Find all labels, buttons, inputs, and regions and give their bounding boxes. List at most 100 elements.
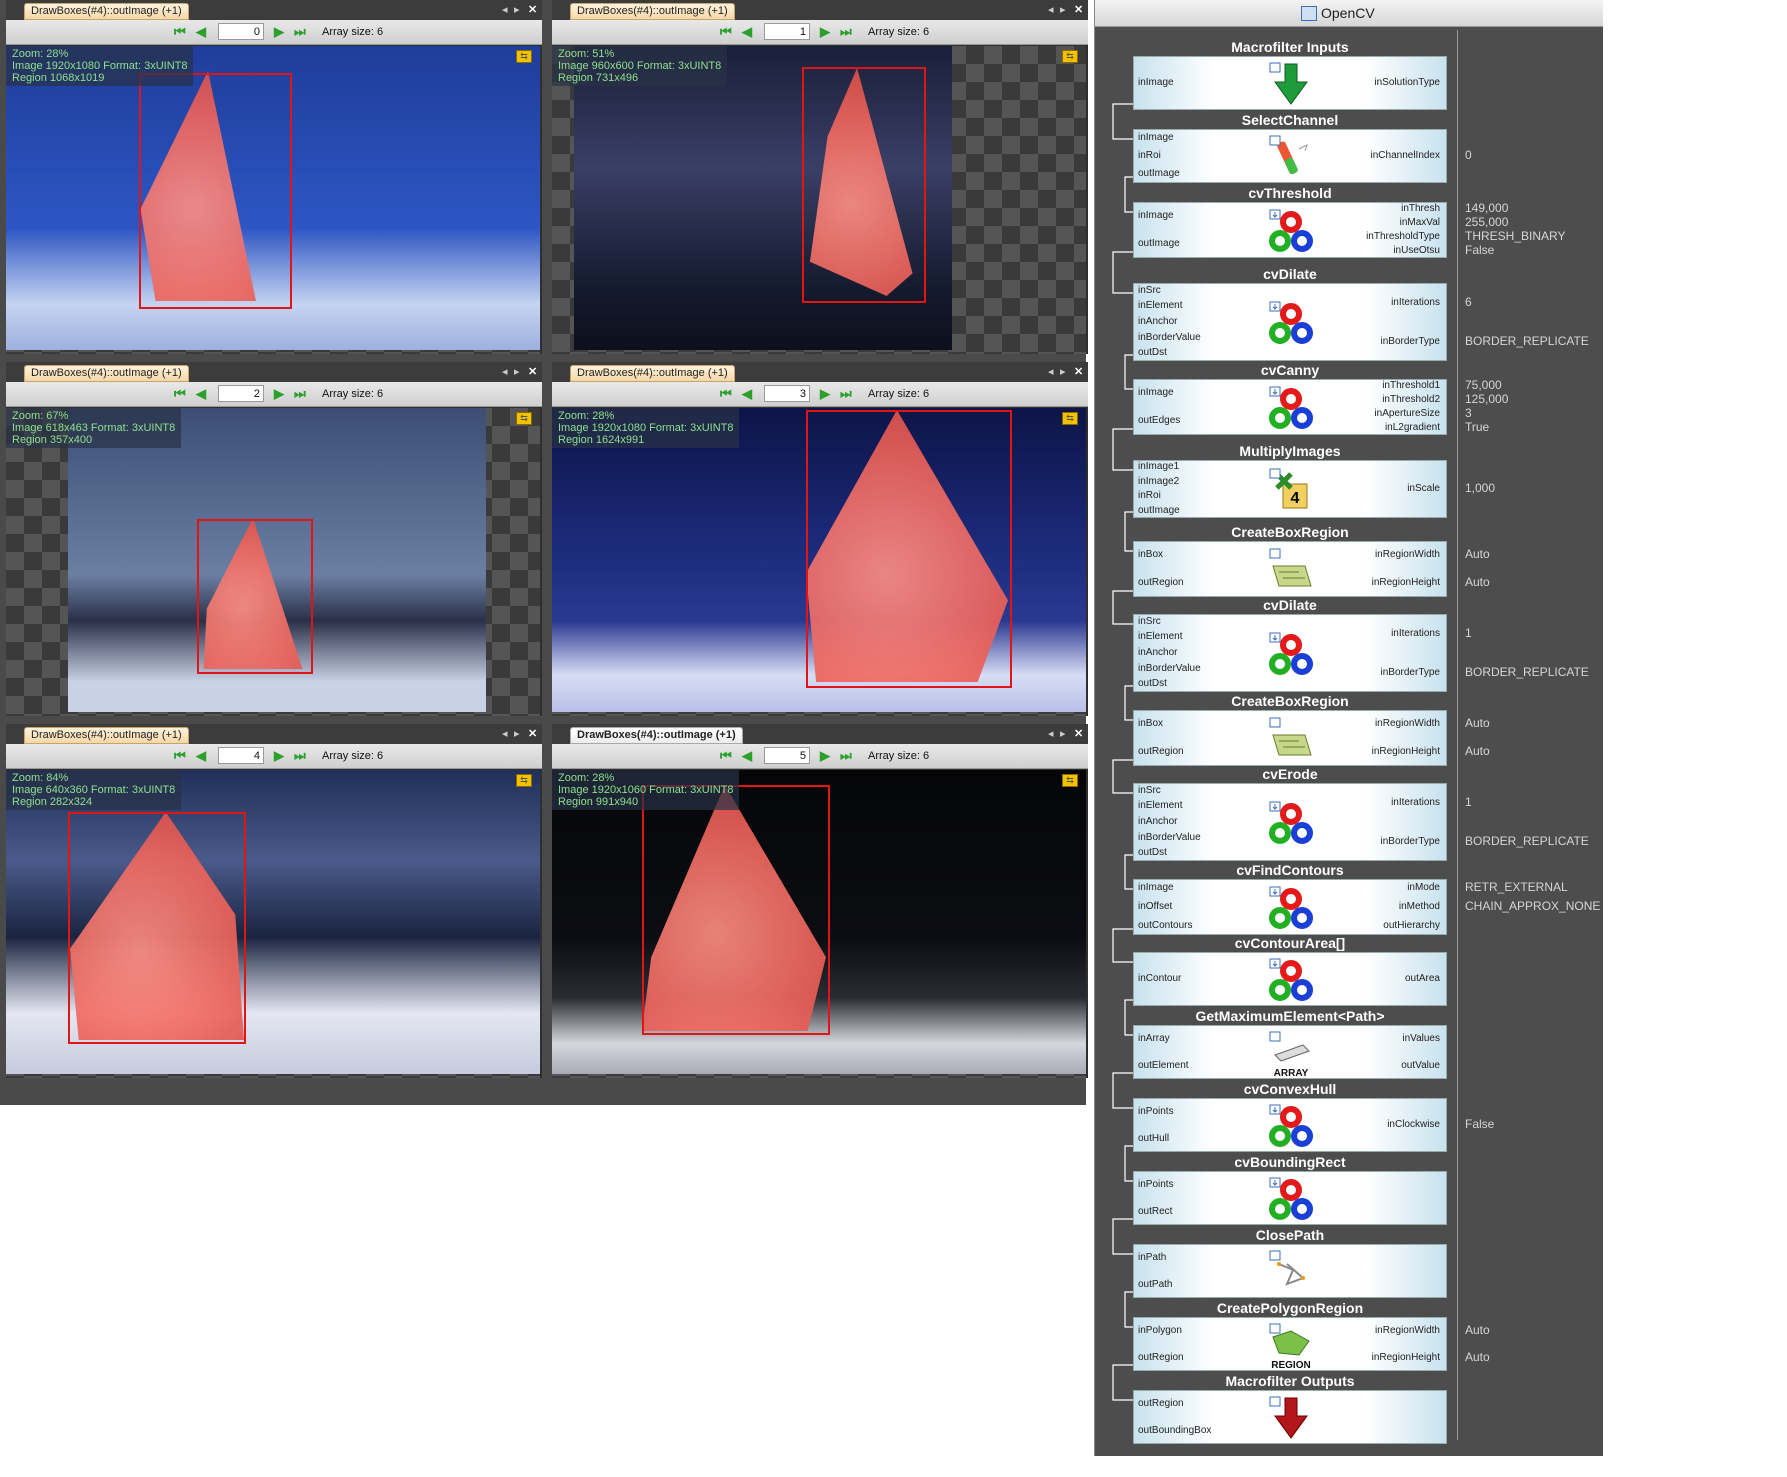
parameter-port[interactable]: inValues — [1402, 1033, 1440, 1044]
parameter-port[interactable]: inIterations — [1391, 297, 1440, 308]
parameter-value[interactable]: 3 — [1465, 406, 1472, 420]
node-title[interactable]: cvConvexHull — [1133, 1080, 1447, 1098]
parameter-value[interactable]: RETR_EXTERNAL — [1465, 880, 1568, 894]
input-port[interactable]: inImage — [1138, 77, 1174, 88]
filter-node[interactable]: inContour outArea — [1133, 952, 1447, 1006]
input-port[interactable]: inPath — [1138, 1252, 1166, 1263]
node-title[interactable]: cvFindContours — [1133, 861, 1447, 879]
parameter-value[interactable]: 0 — [1465, 148, 1472, 162]
parameter-port[interactable]: inBorderType — [1381, 667, 1440, 678]
expand-icon[interactable]: ⇆ — [516, 50, 532, 63]
input-port[interactable]: outImage — [1138, 505, 1180, 516]
previous-icon[interactable]: ◀ — [742, 24, 752, 40]
previous-icon[interactable]: ◀ — [196, 386, 206, 402]
expand-icon[interactable]: ⇆ — [1062, 412, 1078, 425]
input-port[interactable]: outImage — [1138, 168, 1180, 179]
parameter-value[interactable]: 125,000 — [1465, 392, 1508, 406]
parameter-value[interactable]: Auto — [1465, 1350, 1490, 1364]
parameter-port[interactable]: outArea — [1405, 973, 1440, 984]
input-port[interactable]: inImage — [1138, 882, 1174, 893]
array-index-input[interactable]: 4 — [218, 747, 264, 764]
filter-node[interactable]: inPoints outRect — [1133, 1171, 1447, 1225]
expand-icon[interactable]: ⇆ — [516, 412, 532, 425]
input-port[interactable]: inPoints — [1138, 1179, 1174, 1190]
pane-tab[interactable]: DrawBoxes(#4)::outImage (+1) — [570, 727, 743, 744]
parameter-port[interactable]: inRegionHeight — [1372, 577, 1440, 588]
parameter-value[interactable]: Auto — [1465, 744, 1490, 758]
parameter-port[interactable]: outValue — [1401, 1060, 1440, 1071]
parameter-port[interactable]: inSolutionType — [1374, 77, 1440, 88]
node-title[interactable]: ClosePath — [1133, 1226, 1447, 1244]
parameter-port[interactable]: inMaxVal — [1400, 217, 1440, 228]
next-icon[interactable]: ▶ — [820, 748, 830, 764]
input-port[interactable]: outRegion — [1138, 577, 1184, 588]
next-icon[interactable]: ▶ — [820, 386, 830, 402]
next-icon[interactable]: ▶ — [274, 24, 284, 40]
parameter-port[interactable]: inApertureSize — [1374, 408, 1440, 419]
parameter-value[interactable]: Auto — [1465, 575, 1490, 589]
input-port[interactable]: outBoundingBox — [1138, 1425, 1211, 1436]
node-title[interactable]: cvDilate — [1133, 265, 1447, 283]
input-port[interactable]: outRegion — [1138, 1352, 1184, 1363]
input-port[interactable]: inContour — [1138, 973, 1181, 984]
parameter-port[interactable]: inClockwise — [1387, 1119, 1440, 1130]
pane-next-icon[interactable]: ▸ — [1060, 726, 1066, 742]
input-port[interactable]: inBorderValue — [1138, 663, 1201, 674]
parameter-value[interactable]: False — [1465, 243, 1494, 257]
filter-node[interactable]: outRegion outBoundingBox — [1133, 1390, 1447, 1444]
image-canvas[interactable]: Zoom: 28% Image 1920x1080 Format: 3xUINT… — [6, 46, 540, 354]
pane-close-icon[interactable]: ✕ — [528, 2, 537, 18]
parameter-port[interactable]: inRegionHeight — [1372, 1352, 1440, 1363]
input-port[interactable]: outRect — [1138, 1206, 1172, 1217]
filter-node[interactable]: inImage inRoi outImage inChannelIndex — [1133, 129, 1447, 183]
array-index-input[interactable]: 1 — [764, 23, 810, 40]
parameter-value[interactable]: Auto — [1465, 547, 1490, 561]
parameter-port[interactable]: inUseOtsu — [1393, 245, 1440, 256]
image-canvas[interactable]: Zoom: 28% Image 1920x1080 Format: 3xUINT… — [552, 408, 1086, 716]
array-index-input[interactable]: 0 — [218, 23, 264, 40]
previous-icon[interactable]: ◀ — [742, 748, 752, 764]
pane-tab[interactable]: DrawBoxes(#4)::outImage (+1) — [24, 727, 189, 744]
pane-prev-icon[interactable]: ◂ — [1048, 726, 1054, 742]
parameter-value[interactable]: 1,000 — [1465, 481, 1495, 495]
pane-close-icon[interactable]: ✕ — [528, 726, 537, 742]
filter-node[interactable]: inImage1 inImage2 inRoi outImage inScale 4 — [1133, 460, 1447, 518]
parameter-value[interactable]: 1 — [1465, 626, 1472, 640]
parameter-port[interactable]: inScale — [1407, 483, 1440, 494]
parameter-value[interactable]: CHAIN_APPROX_NONE — [1465, 899, 1600, 913]
first-icon[interactable]: ⏮ — [720, 386, 732, 402]
image-canvas[interactable]: Zoom: 67% Image 618x463 Format: 3xUINT8 … — [6, 408, 540, 716]
input-port[interactable]: inRoi — [1138, 150, 1161, 161]
input-port[interactable]: inBorderValue — [1138, 832, 1201, 843]
array-index-input[interactable]: 2 — [218, 385, 264, 402]
parameter-value[interactable]: BORDER_REPLICATE — [1465, 834, 1589, 848]
input-port[interactable]: inBorderValue — [1138, 332, 1201, 343]
input-port[interactable]: outContours — [1138, 920, 1192, 931]
input-port[interactable]: outEdges — [1138, 415, 1180, 426]
pane-prev-icon[interactable]: ◂ — [502, 726, 508, 742]
parameter-port[interactable]: inBorderType — [1381, 336, 1440, 347]
last-icon[interactable]: ⏭ — [294, 386, 306, 402]
filter-node[interactable]: inPolygon outRegion inRegionWidth inRegionH… — [1133, 1317, 1447, 1371]
parameter-port[interactable]: inThreshold2 — [1382, 394, 1440, 405]
pane-next-icon[interactable]: ▸ — [1060, 364, 1066, 380]
parameter-port[interactable]: inRegionWidth — [1375, 718, 1440, 729]
node-title[interactable]: CreateBoxRegion — [1133, 523, 1447, 541]
filter-node[interactable]: inImage inSolutionType — [1133, 56, 1447, 110]
next-icon[interactable]: ▶ — [274, 386, 284, 402]
input-port[interactable]: outImage — [1138, 238, 1180, 249]
pane-prev-icon[interactable]: ◂ — [502, 364, 508, 380]
input-port[interactable]: inAnchor — [1138, 316, 1177, 327]
input-port[interactable]: inImage2 — [1138, 476, 1179, 487]
input-port[interactable]: outHull — [1138, 1133, 1169, 1144]
filter-node[interactable]: inSrc inElement inAnchor inBorderValue outDs… — [1133, 783, 1447, 861]
pane-next-icon[interactable]: ▸ — [514, 726, 520, 742]
parameter-port[interactable]: inRegionHeight — [1372, 746, 1440, 757]
pane-prev-icon[interactable]: ◂ — [1048, 364, 1054, 380]
filter-node[interactable]: inBox outRegion inRegionWidth inRegionHeigh… — [1133, 710, 1447, 766]
last-icon[interactable]: ⏭ — [294, 748, 306, 764]
input-port[interactable]: inRoi — [1138, 490, 1161, 501]
parameter-value[interactable]: THRESH_BINARY — [1465, 229, 1565, 243]
parameter-value[interactable]: 75,000 — [1465, 378, 1502, 392]
pane-next-icon[interactable]: ▸ — [514, 364, 520, 380]
